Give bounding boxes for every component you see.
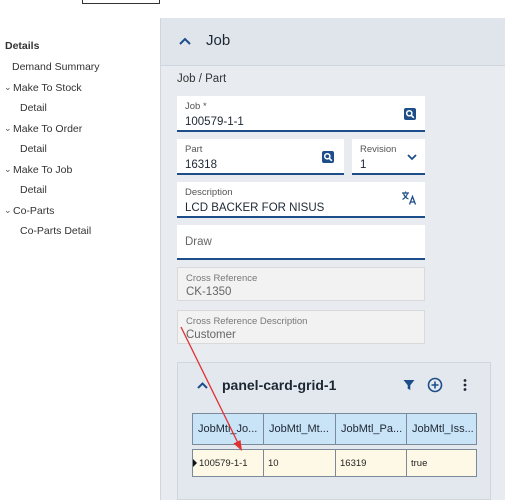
tree-item-label: Make To Stock — [13, 82, 82, 94]
cross-reference-field: Cross Reference CK-1350 — [177, 267, 425, 301]
grid-column-header[interactable]: JobMtl_Mt... — [263, 413, 336, 445]
tree-item-make-to-job[interactable]: ⌄ Make To Job — [4, 164, 73, 176]
tree-item-make-to-order-detail[interactable]: Detail — [20, 143, 47, 155]
revision-field-value[interactable]: 1 — [360, 159, 366, 171]
tree-item-co-parts[interactable]: ⌄ Co-Parts — [4, 205, 55, 217]
part-field-value[interactable]: 16318 — [185, 159, 217, 171]
cross-reference-description-field: Cross Reference Description Customer — [177, 310, 425, 344]
tree-item-label: Details — [5, 40, 40, 52]
job-panel: Job Job / Part Job * 100579-1-1 Part 163… — [160, 18, 505, 500]
cross-reference-label: Cross Reference — [186, 273, 258, 284]
tree-item-demand-summary[interactable]: Demand Summary — [12, 61, 100, 73]
search-icon[interactable] — [321, 150, 335, 164]
grid-cell[interactable]: 16319 — [335, 449, 407, 477]
cross-reference-description-label: Cross Reference Description — [186, 316, 308, 327]
tree-item-label: Make To Order — [13, 123, 83, 135]
grid-card-title: panel-card-grid-1 — [222, 377, 337, 393]
grid-column-header[interactable]: JobMtl_Pa... — [335, 413, 407, 445]
revision-field-label: Revision — [360, 144, 397, 155]
tree-item-label: Co-Parts Detail — [20, 225, 92, 237]
grid-cell[interactable]: true — [406, 449, 477, 477]
tree-item-label: Detail — [20, 102, 47, 114]
chevron-down-icon[interactable]: ⌄ — [4, 164, 12, 175]
grid-cell[interactable]: 100579-1-1 — [192, 449, 264, 477]
tree-item-label: Demand Summary — [12, 61, 100, 73]
tree-item-make-to-job-detail[interactable]: Detail — [20, 184, 47, 196]
grid-column-header[interactable]: JobMtl_Jo... — [192, 413, 264, 445]
search-icon[interactable] — [403, 107, 417, 121]
part-field[interactable]: Part 16318 — [177, 139, 344, 175]
chevron-down-icon[interactable]: ⌄ — [4, 205, 12, 216]
cross-reference-description-value: Customer — [186, 329, 236, 341]
more-vertical-icon[interactable] — [458, 378, 472, 392]
grid-card-header[interactable]: panel-card-grid-1 — [178, 363, 490, 407]
translate-icon[interactable] — [401, 190, 417, 206]
top-strip — [0, 0, 505, 6]
tree-item-co-parts-detail[interactable]: Co-Parts Detail — [20, 225, 91, 237]
description-field-value[interactable]: LCD BACKER FOR NISUS — [185, 202, 324, 214]
job-field-value[interactable]: 100579-1-1 — [185, 116, 244, 128]
chevron-down-icon[interactable] — [405, 150, 419, 164]
job-field[interactable]: Job * 100579-1-1 — [177, 96, 425, 132]
tree-item-label: Co-Parts — [13, 205, 55, 217]
row-selector-icon — [193, 459, 197, 467]
section-title: Job / Part — [177, 73, 227, 85]
tree-item-label: Make To Job — [13, 164, 73, 176]
draw-field[interactable]: Draw — [177, 225, 425, 260]
job-field-label: Job * — [185, 101, 207, 112]
app-root: Details Demand Summary ⌄ Make To Stock D… — [0, 0, 505, 500]
chevron-down-icon[interactable]: ⌄ — [4, 82, 12, 93]
tree-item-details[interactable]: Details — [5, 40, 39, 52]
description-field-label: Description — [185, 187, 233, 198]
part-field-label: Part — [185, 144, 203, 155]
chevron-down-icon[interactable]: ⌄ — [4, 123, 12, 134]
cross-reference-value: CK-1350 — [186, 286, 232, 298]
tree-item-label: Detail — [20, 143, 47, 155]
description-field[interactable]: Description LCD BACKER FOR NISUS — [177, 182, 425, 218]
tree-item-make-to-stock[interactable]: ⌄ Make To Stock — [4, 82, 82, 94]
filter-icon[interactable] — [402, 378, 416, 392]
grid-cell-value: 100579-1-1 — [199, 458, 248, 469]
tree-item-make-to-stock-detail[interactable]: Detail — [20, 102, 47, 114]
panel-title: Job — [206, 32, 231, 49]
grid-card: panel-card-grid-1 JobMtl_Jo... JobMtl_Mt… — [177, 362, 491, 500]
table-row[interactable]: 100579-1-1 10 16319 true — [192, 449, 477, 477]
top-toolbar-box[interactable] — [82, 0, 160, 4]
grid-header-row: JobMtl_Jo... JobMtl_Mt... JobMtl_Pa... J… — [192, 413, 477, 445]
tree-item-make-to-order[interactable]: ⌄ Make To Order — [4, 123, 83, 135]
chevron-up-icon[interactable] — [196, 379, 209, 392]
revision-field[interactable]: Revision 1 — [352, 139, 425, 175]
grid-cell[interactable]: 10 — [263, 449, 336, 477]
grid-column-header[interactable]: JobMtl_Iss... — [406, 413, 477, 445]
draw-field-placeholder: Draw — [185, 236, 212, 248]
job-panel-header[interactable]: Job — [161, 18, 505, 66]
add-icon[interactable] — [427, 377, 443, 393]
tree-item-label: Detail — [20, 184, 47, 196]
chevron-up-icon[interactable] — [178, 34, 192, 48]
